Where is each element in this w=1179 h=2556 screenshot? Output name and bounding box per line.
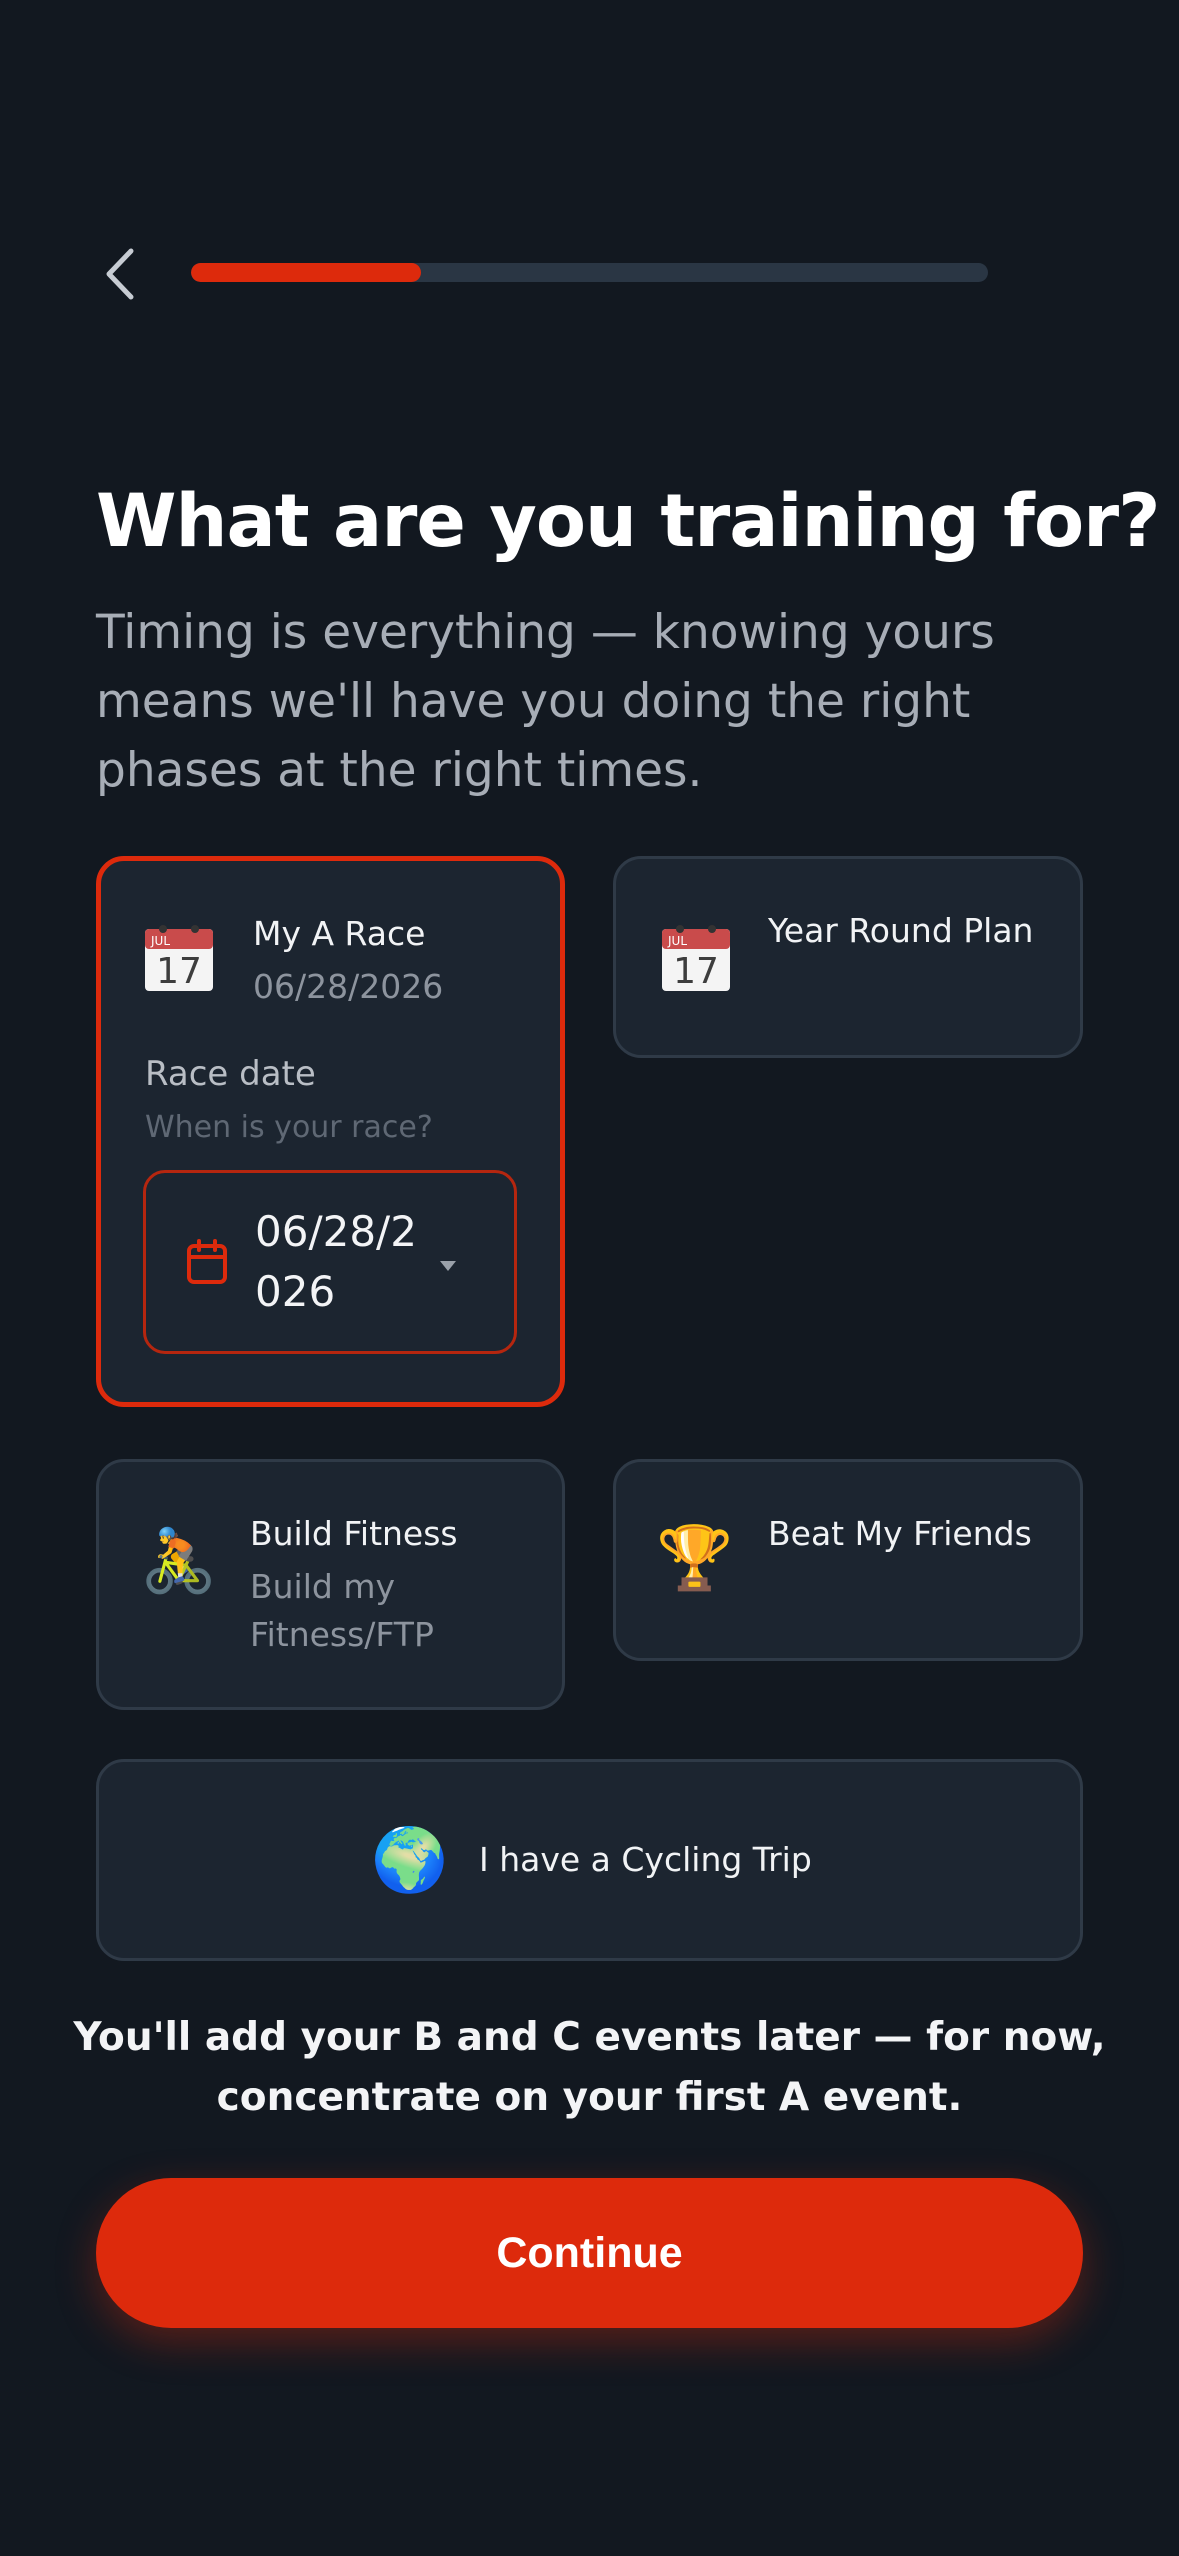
back-button[interactable] [96, 242, 144, 306]
page-subtitle: Timing is everything — knowing yours mea… [96, 605, 995, 798]
option-title-beat-friends: Beat My Friends [768, 1514, 1032, 1553]
option-date-a-race: 06/28/2026 [253, 967, 444, 1006]
caret-down-icon [438, 1258, 458, 1277]
race-date-label: Race date [145, 1054, 316, 1094]
race-date-value-line1: 06/28/2 [255, 1207, 417, 1256]
continue-button[interactable]: Continue [96, 2178, 1083, 2328]
calendar-month: JUL [150, 934, 170, 948]
option-title-build-fitness: Build Fitness [250, 1514, 458, 1553]
option-title-a-race: My A Race [253, 914, 426, 953]
chevron-left-icon [106, 248, 134, 300]
progress-bar-fill [191, 263, 421, 282]
page-title: What are you training for? [96, 479, 1160, 564]
progress-bar [191, 263, 988, 282]
calendar-month: JUL [667, 934, 687, 948]
trophy-icon: 🏆 [656, 1521, 734, 1594]
calendar-outline-icon [186, 1238, 228, 1290]
calendar-day: 17 [156, 951, 202, 992]
option-subtitle-build-fitness-line2: Fitness/FTP [250, 1615, 434, 1654]
calendar-icon: JUL 17 [143, 921, 215, 997]
footnote: You'll add your B and C events later — f… [73, 2015, 1106, 2120]
cyclist-icon: 🚴 [140, 1524, 218, 1597]
calendar-day: 17 [673, 951, 719, 992]
option-title-year-round: Year Round Plan [768, 911, 1034, 950]
option-title-cycling-trip: I have a Cycling Trip [479, 1840, 812, 1879]
race-date-hint: When is your race? [145, 1110, 433, 1145]
globe-icon: 🌍 [371, 1823, 449, 1896]
calendar-icon: JUL 17 [660, 921, 732, 997]
race-date-value-line2: 026 [255, 1267, 336, 1316]
option-subtitle-build-fitness-line1: Build my [250, 1567, 396, 1606]
